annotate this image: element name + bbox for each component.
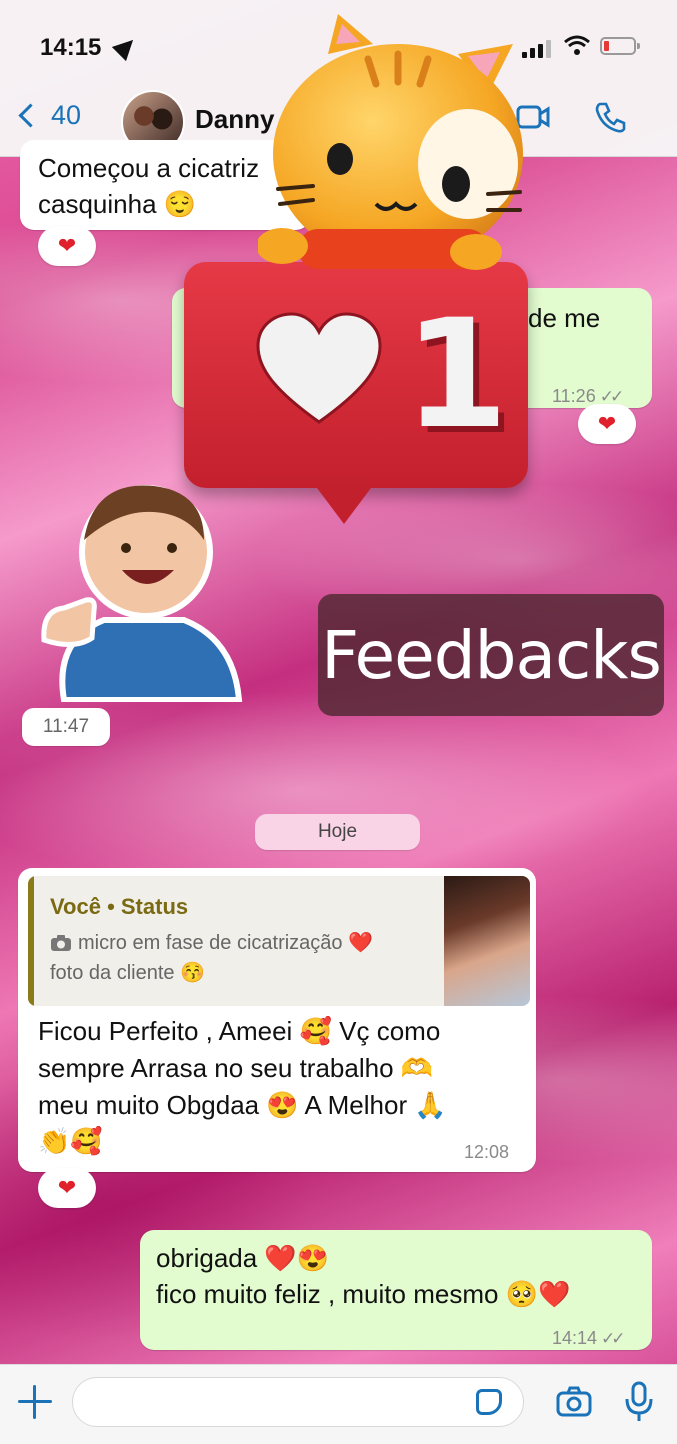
unread-count: 40 (51, 100, 82, 130)
composer-bar (0, 1364, 677, 1444)
quote-text: foto da cliente 😚 (50, 962, 205, 984)
message-text: de me (528, 303, 601, 333)
battery-icon (600, 37, 640, 55)
feedbacks-label: Feedbacks (318, 594, 664, 716)
read-ticks-icon: ✓✓ (601, 1329, 625, 1348)
quote-author: Você • Status (50, 894, 189, 919)
heart-reaction: ❤ (57, 233, 77, 258)
quote-text-row: micro em fase de cicatrização ❤️ (50, 930, 373, 955)
quoted-status[interactable]: Você • Status micro em fase de cicatriza… (28, 876, 530, 1006)
heart-icon (256, 312, 382, 424)
location-arrow-icon (111, 32, 141, 62)
reaction-badge[interactable]: ❤ (578, 404, 636, 444)
reaction-badge[interactable]: ❤ (38, 226, 96, 266)
message-text: obrigada ❤️😍 (156, 1243, 330, 1273)
heart-reaction: ❤ (597, 411, 617, 436)
chat-screen: 14:15 40 Danny C Começou a cicatriz casq… (0, 0, 677, 1444)
back-button[interactable]: 40 (14, 100, 81, 131)
camera-small-icon (51, 934, 71, 951)
message-text: meu muito Obgdaa 😍 A Melhor 🙏 (38, 1090, 447, 1120)
message-text: 👏🥰 (38, 1126, 103, 1156)
phone-call-icon[interactable] (594, 100, 628, 134)
message-text: Ficou Perfeito , Ameei 🥰 Vç como (38, 1016, 441, 1046)
chevron-left-icon (18, 103, 43, 128)
date-separator: Hoje (255, 814, 420, 850)
wifi-icon (564, 35, 590, 55)
microphone-icon[interactable] (624, 1381, 654, 1423)
message-time: 11:47 (22, 708, 110, 746)
child-thumbs-up-sticker (41, 485, 243, 702)
heart-reaction: ❤ (57, 1175, 77, 1200)
message-text: sempre Arrasa no seu trabalho 🫶 (38, 1053, 434, 1083)
camera-icon[interactable] (556, 1385, 592, 1419)
cat-sticker-icon (258, 14, 523, 270)
quote-text: micro em fase de cicatrização ❤️ (78, 932, 373, 954)
status-thumbnail[interactable] (444, 876, 530, 1006)
message-text: casquinha 😌 (38, 189, 197, 219)
reaction-badge[interactable]: ❤ (38, 1168, 96, 1208)
message-text: fico muito feliz , muito mesmo 🥺❤️ (156, 1279, 571, 1309)
message-time: 14:14 ✓✓ (552, 1328, 625, 1348)
plus-icon[interactable] (18, 1385, 52, 1419)
message-time: 12:08 (464, 1142, 510, 1162)
like-notification-sticker: 1 (184, 262, 528, 524)
message-input[interactable] (72, 1377, 524, 1427)
like-count: 1 (404, 288, 509, 462)
status-time: 14:15 (40, 34, 102, 61)
message-bubble-outgoing[interactable]: obrigada ❤️😍 fico muito feliz , muito me… (140, 1230, 652, 1350)
message-text: Começou a cicatriz (38, 153, 260, 183)
